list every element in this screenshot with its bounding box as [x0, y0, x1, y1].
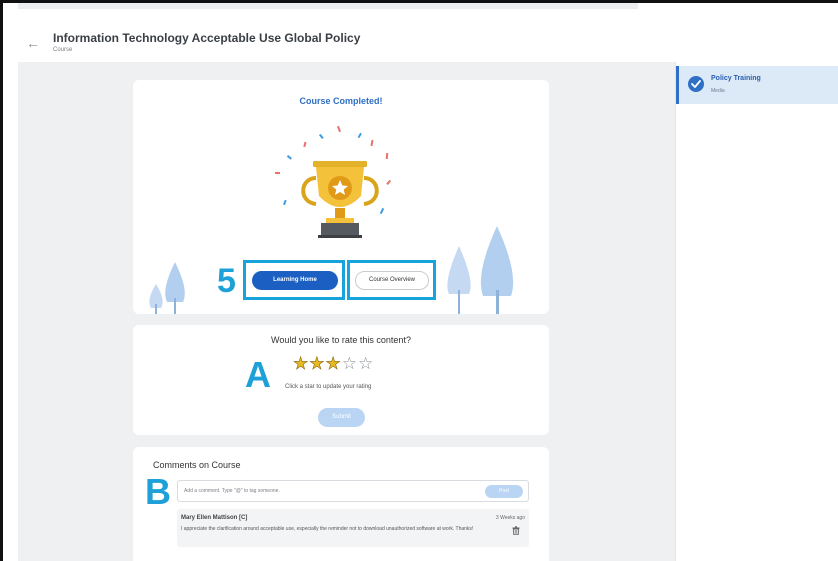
comments-title: Comments on Course — [153, 460, 241, 470]
page-subtitle: Course — [53, 47, 73, 53]
page-header: ← Information Technology Acceptable Use … — [18, 20, 838, 62]
frame-left-border — [0, 0, 3, 561]
course-sidebar: Policy Training Media — [675, 62, 838, 561]
annotation-a: A — [245, 354, 271, 395]
app-frame: ← Information Technology Acceptable Use … — [0, 0, 838, 561]
annotation-5: 5 — [217, 262, 236, 300]
annotation-b: B — [145, 471, 171, 512]
star-rating: ★ ★ ★ ☆ ☆ — [293, 355, 374, 373]
comment-author: Mary Ellen Mattison [C] — [181, 515, 248, 521]
star-icon[interactable]: ★ — [325, 355, 341, 373]
trees-right-illustration — [447, 226, 514, 314]
completion-card: Course Completed! 5 Learning Home Course… — [133, 80, 549, 314]
check-circle-icon — [688, 76, 704, 92]
completion-title: Course Completed! — [299, 96, 383, 106]
comment-body: I appreciate the clarification around ac… — [181, 526, 474, 532]
submit-rating-button[interactable]: Submit — [318, 408, 365, 427]
learning-home-button[interactable]: Learning Home — [252, 271, 338, 290]
star-outline-icon[interactable]: ☆ — [342, 355, 357, 372]
arrow-left-icon[interactable]: ← — [26, 36, 40, 50]
rating-title: Would you like to rate this content? — [271, 335, 411, 345]
trophy-icon — [275, 125, 392, 238]
comment-input[interactable] — [178, 481, 478, 501]
comment-timestamp: 3 Weeks ago — [495, 515, 525, 521]
trash-icon[interactable] — [512, 526, 520, 535]
top-strip — [18, 3, 638, 9]
comment-input-box: Post — [177, 480, 529, 502]
sidebar-item-title: Policy Training — [711, 75, 761, 82]
comment-item: Mary Ellen Mattison [C] 3 Weeks ago I ap… — [177, 509, 529, 547]
sidebar-item-subtitle: Media — [711, 88, 725, 94]
rating-card: Would you like to rate this content? A ★… — [133, 325, 549, 435]
course-overview-button[interactable]: Course Overview — [355, 271, 429, 290]
sidebar-item-policy-training[interactable]: Policy Training Media — [676, 66, 838, 104]
trees-left-illustration — [149, 262, 185, 314]
star-icon[interactable]: ★ — [293, 355, 309, 373]
page-title: Information Technology Acceptable Use Gl… — [53, 31, 361, 45]
comments-card: Comments on Course B Post Mary Ellen Mat… — [133, 447, 549, 561]
star-icon[interactable]: ★ — [309, 355, 325, 373]
star-outline-icon[interactable]: ☆ — [358, 355, 373, 372]
post-button[interactable]: Post — [485, 485, 523, 498]
rating-hint: Click a star to update your rating — [285, 384, 372, 390]
